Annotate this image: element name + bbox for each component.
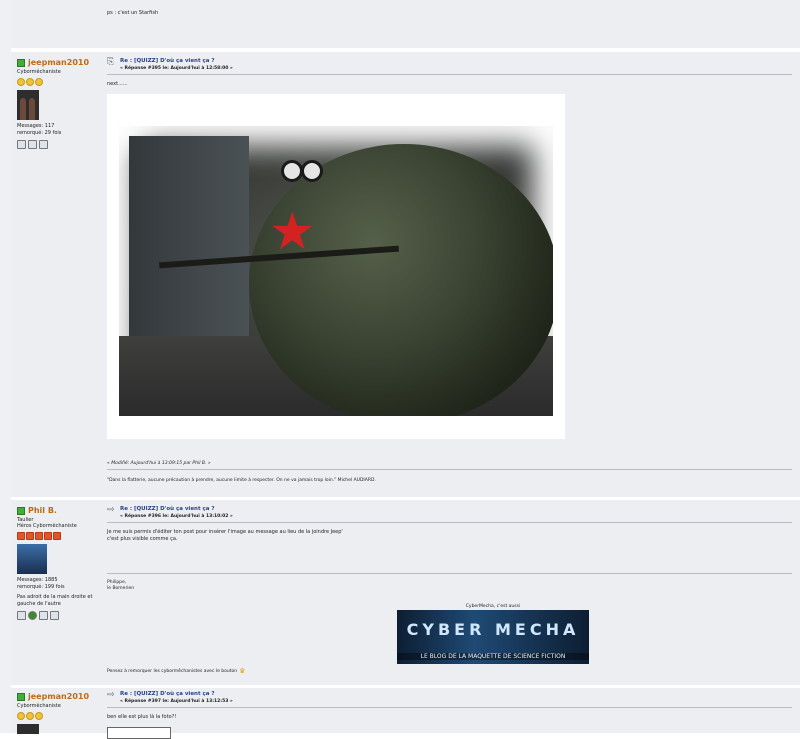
- profile-icon[interactable]: [17, 611, 26, 620]
- divider: [107, 469, 792, 470]
- star-icon: [26, 78, 34, 86]
- post-subject[interactable]: Re : [QUIZZ] D'où ça vient ça ?: [120, 691, 233, 697]
- star-icon: [26, 532, 34, 540]
- banner-subtitle: LE BLOG DE LA MAQUETTE DE SCIENCE FICTIO…: [397, 653, 589, 660]
- rank-stars: [17, 532, 103, 540]
- post-body: ps : c'est un Starfish: [107, 10, 159, 16]
- poster-info: jeepman2010 Cybormêchaniste Messages: 11…: [17, 52, 103, 149]
- star-icon: [35, 712, 43, 720]
- remorquer-button-icon[interactable]: ♛: [239, 667, 245, 675]
- remorque-count: remorqué: 199 fois: [17, 584, 65, 590]
- profile-icon[interactable]: [17, 140, 26, 149]
- post-397: jeepman2010 Cybormêchaniste ⇨ Re : [QUIZ…: [11, 688, 800, 739]
- divider: [107, 522, 792, 523]
- post-previous: ps : c'est un Starfish: [11, 0, 800, 48]
- username-link[interactable]: Phil B.: [17, 506, 103, 515]
- post-image[interactable]: ★: [107, 94, 565, 439]
- post-subject[interactable]: Re : [QUIZZ] D'où ça vient ça ?: [120, 506, 233, 512]
- divider: [107, 573, 792, 574]
- post-body: next......: [107, 81, 128, 87]
- user-description: Pas adroit de la main droite et gauche d…: [17, 594, 93, 607]
- left-margin: [0, 0, 11, 733]
- avatar: [17, 90, 39, 120]
- user-rank: Cybormêchaniste: [17, 703, 61, 709]
- post-reply-info: « Réponse #396 le: Aujourd'hui à 13:10:0…: [120, 514, 233, 519]
- star-icon: [17, 78, 25, 86]
- email-icon[interactable]: [39, 611, 48, 620]
- post-image[interactable]: [107, 727, 171, 739]
- online-status-icon: [17, 506, 25, 515]
- post-body: ben elle est plus là la foto?!: [107, 714, 177, 720]
- banner-image[interactable]: CYBER MECHA LE BLOG DE LA MAQUETTE DE SC…: [397, 610, 589, 664]
- attachment-icon: ⎘: [107, 57, 115, 67]
- poster-info: jeepman2010 Cybormêchaniste: [17, 688, 103, 734]
- divider: [107, 707, 792, 708]
- post-396: Phil B. Taulier Héros Cybormêchaniste Me…: [11, 500, 800, 685]
- message-count: Messages: 117: [17, 123, 55, 129]
- remorque-count: remorqué: 29 fois: [17, 130, 62, 136]
- star-icon: [44, 532, 52, 540]
- star-icon: [17, 712, 25, 720]
- banner-caption: CyberMecha, c'est aussi: [465, 604, 521, 609]
- online-status-icon: [17, 58, 25, 67]
- post-icon: ⇨: [107, 505, 115, 515]
- email-icon[interactable]: [28, 140, 37, 149]
- star-icon: [35, 78, 43, 86]
- user-rank: Héros Cybormêchaniste: [17, 523, 77, 529]
- banner-title: CYBER MECHA: [406, 620, 580, 639]
- online-status-icon: [17, 692, 25, 701]
- post-body-line: c'est plus visible comme ça.: [107, 536, 178, 542]
- username-link[interactable]: jeepman2010: [17, 692, 103, 701]
- globe-icon[interactable]: [28, 611, 37, 620]
- pm-icon[interactable]: [50, 611, 59, 620]
- post-reply-info: « Réponse #397 le: Aujourd'hui à 13:12:5…: [120, 699, 233, 704]
- post-reply-info: « Réponse #395 le: Aujourd'hui à 12:58:0…: [120, 66, 233, 71]
- star-icon: [35, 532, 43, 540]
- signature-banner[interactable]: CyberMecha, c'est aussi CYBER MECHA LE B…: [397, 604, 589, 664]
- star-icon: [17, 532, 25, 540]
- star-icon: [26, 712, 34, 720]
- post-subject[interactable]: Re : [QUIZZ] D'où ça vient ça ?: [120, 58, 233, 64]
- poster-info: Phil B. Taulier Héros Cybormêchaniste Me…: [17, 500, 103, 620]
- signature-quote: "Dans la flatterie, aucune précaution à …: [107, 478, 376, 483]
- post-icon: ⇨: [107, 690, 115, 700]
- modified-note: « Modifié: Aujourd'hui à 13:09:15 par Ph…: [107, 461, 211, 466]
- star-icon: [53, 532, 61, 540]
- signature-title: le Bomerien: [107, 586, 135, 591]
- rank-stars: [17, 712, 103, 720]
- pm-icon[interactable]: [39, 140, 48, 149]
- avatar: [17, 544, 47, 574]
- user-rank: Cybormêchaniste: [17, 69, 61, 75]
- post-395: jeepman2010 Cybormêchaniste Messages: 11…: [11, 52, 800, 497]
- post-body-line: Je me suis permis d'éditer ton post pour…: [107, 529, 343, 535]
- divider: [107, 74, 792, 75]
- message-count: Messages: 1885: [17, 577, 58, 583]
- remorquer-note: Pensez à remorquer les cybormêchanistes …: [107, 667, 246, 675]
- username-link[interactable]: jeepman2010: [17, 58, 103, 67]
- rank-stars: [17, 78, 103, 86]
